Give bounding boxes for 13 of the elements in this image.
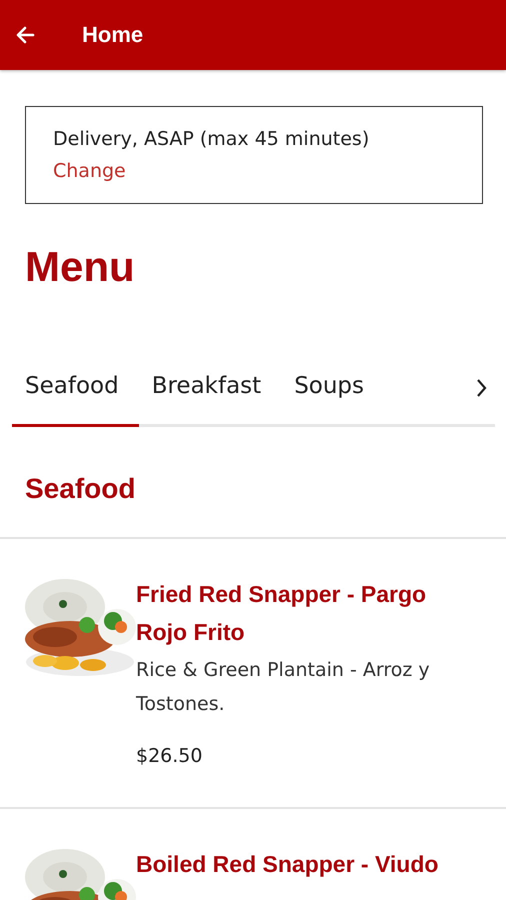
item-price: $26.50 — [136, 744, 204, 769]
screen-title: Home — [82, 22, 144, 48]
item-description: Rice & Green Plantain - Arroz y Tostones. — [136, 658, 431, 717]
category-tab[interactable]: Seafood — [12, 348, 139, 427]
change-link[interactable]: Change — [53, 160, 126, 182]
section-title: Seafood — [25, 472, 136, 506]
item-name[interactable]: Fried Red Snapper - Pargo Rojo Frito — [136, 575, 482, 651]
menu-heading: Menu — [25, 242, 136, 292]
item-name[interactable]: Boiled Red Snapper - Viudo — [136, 845, 482, 883]
delivery-info: Delivery, ASAP (max 45 minutes) — [53, 127, 370, 152]
chevron-right-icon — [475, 376, 489, 398]
category-tab[interactable]: Soups — [281, 348, 384, 427]
category-tab[interactable]: Breakfast — [138, 348, 282, 427]
